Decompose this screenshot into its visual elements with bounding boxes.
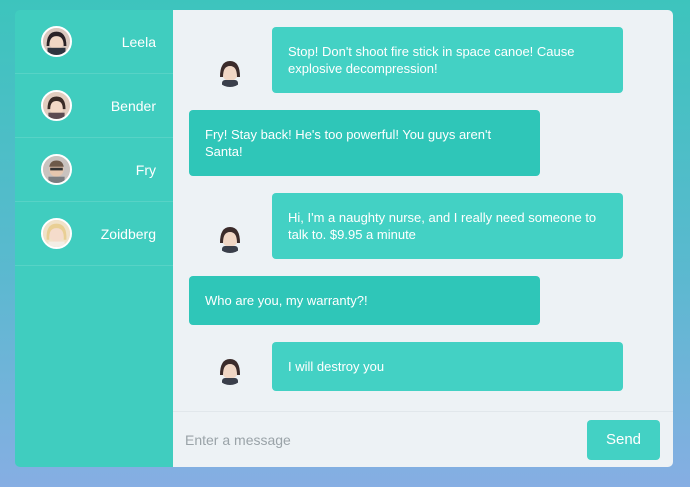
user-avatar-icon	[215, 223, 245, 253]
contact-item-leela[interactable]: Leela	[15, 10, 173, 74]
message-row: Stop! Don't shoot fire stick in space ca…	[215, 27, 623, 93]
message-bubble-outgoing: Stop! Don't shoot fire stick in space ca…	[272, 27, 623, 93]
user-avatar-icon	[215, 57, 245, 87]
bender-avatar-icon	[41, 90, 72, 121]
user-avatar-icon	[215, 355, 245, 385]
contact-name: Leela	[121, 33, 156, 50]
message-bubble-outgoing: I will destroy you	[272, 342, 623, 391]
zoidberg-avatar-icon	[41, 218, 72, 249]
message-row: Fry! Stay back! He's too powerful! You g…	[189, 110, 540, 176]
chat-panel: Stop! Don't shoot fire stick in space ca…	[173, 10, 673, 467]
contact-item-bender[interactable]: Bender	[15, 74, 173, 138]
send-button[interactable]: Send	[587, 419, 660, 460]
contact-name: Fry	[135, 161, 156, 178]
message-row: Hi, I'm a naughty nurse, and I really ne…	[215, 193, 623, 259]
message-row: I will destroy you	[215, 342, 623, 391]
chat-app: Leela Bender Fry Zoidberg Stop! Don't sh…	[15, 10, 673, 467]
message-bubble-outgoing: Hi, I'm a naughty nurse, and I really ne…	[272, 193, 623, 259]
message-input[interactable]	[173, 419, 587, 460]
contact-item-zoidberg[interactable]: Zoidberg	[15, 202, 173, 266]
contact-item-fry[interactable]: Fry	[15, 138, 173, 202]
message-composer: Send	[173, 411, 673, 467]
contact-name: Bender	[110, 97, 156, 114]
message-bubble-incoming: Fry! Stay back! He's too powerful! You g…	[189, 110, 540, 176]
message-row: Who are you, my warranty?!	[189, 276, 540, 325]
fry-avatar-icon	[41, 154, 72, 185]
contact-name: Zoidberg	[100, 225, 156, 242]
leela-avatar-icon	[41, 26, 72, 57]
message-bubble-incoming: Who are you, my warranty?!	[189, 276, 540, 325]
message-list: Stop! Don't shoot fire stick in space ca…	[173, 10, 673, 411]
contacts-sidebar: Leela Bender Fry Zoidberg	[15, 10, 173, 467]
